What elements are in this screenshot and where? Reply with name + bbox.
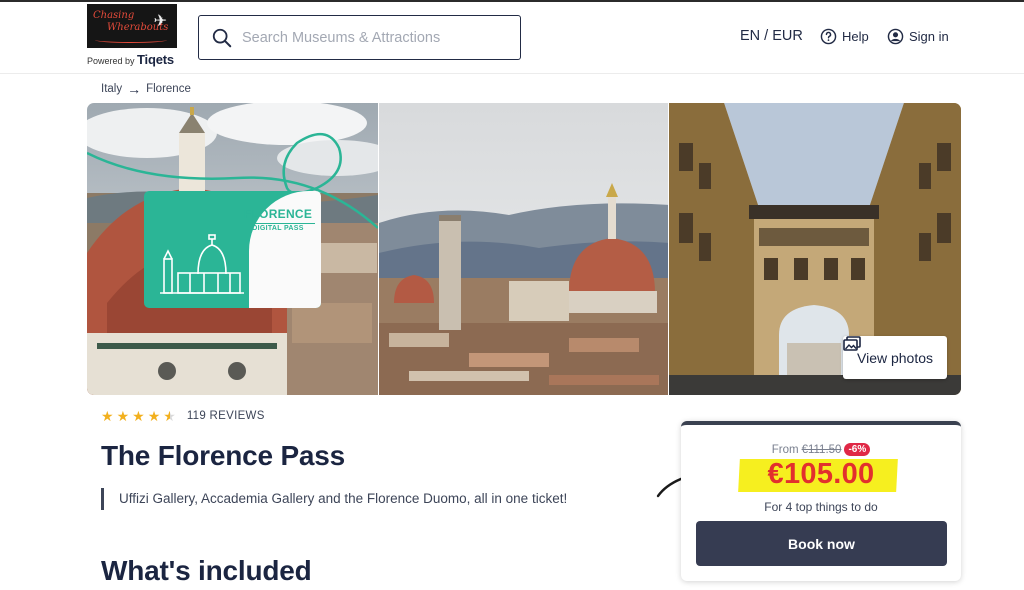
star-icon: ★ <box>101 408 114 424</box>
view-photos-label: View photos <box>857 349 934 366</box>
pass-card-title: FLORENCE <box>243 207 313 221</box>
digital-pass-card: FLORENCE DIGITAL PASS <box>144 191 321 308</box>
search-icon <box>212 28 232 47</box>
current-price: €105.00 <box>767 458 875 490</box>
star-icon: ★ <box>132 408 145 424</box>
star-icon: ★ <box>147 408 161 424</box>
gallery-photo-uffizi[interactable]: View photos <box>669 103 961 395</box>
photo-gallery[interactable]: FLORENCE DIGITAL PASS View photos <box>87 103 961 395</box>
product-description: Uffizi Gallery, Accademia Gallery and th… <box>101 488 567 510</box>
signin-label: Sign in <box>909 29 949 44</box>
language-currency-label: EN / EUR <box>740 28 803 44</box>
pass-card-subtitle: DIGITAL PASS <box>241 223 315 232</box>
breadcrumb-florence[interactable]: Florence <box>146 83 191 95</box>
help-label: Help <box>842 29 869 44</box>
from-label: From <box>771 443 799 456</box>
powered-by: Powered by Tiqets <box>87 52 174 67</box>
site-logo[interactable]: Chasing Wherabouts ✈ <box>87 4 177 48</box>
duomo-illustration-icon <box>160 234 244 294</box>
star-icon: ★ <box>116 408 130 424</box>
powered-by-label: Powered by <box>87 56 135 66</box>
logo-line-2: Wherabouts <box>107 22 169 33</box>
discount-badge: -6% <box>844 443 871 456</box>
reviews-count[interactable]: 119 REVIEWS <box>187 410 265 422</box>
rating-summary[interactable]: ★ ★ ★ ★ ★ 119 REVIEWS <box>101 409 265 423</box>
from-price-row: From €111.50 -6% <box>681 443 961 456</box>
language-currency-selector[interactable]: EN / EUR <box>740 28 803 44</box>
price-subtitle: For 4 top things to do <box>764 500 878 514</box>
gallery-photo-digital-pass[interactable]: FLORENCE DIGITAL PASS <box>87 103 378 395</box>
price-card: From €111.50 -6% €105.00 For 4 top thing… <box>681 421 961 581</box>
breadcrumb-italy[interactable]: Italy <box>101 83 122 95</box>
florence-skyline-image <box>378 103 669 395</box>
site-header: Chasing Wherabouts ✈ Powered by Tiqets E… <box>0 2 1024 74</box>
breadcrumb: Italy → Florence <box>101 81 191 97</box>
airplane-icon: ✈ <box>153 13 167 30</box>
book-now-button[interactable]: Book now <box>696 521 947 566</box>
gallery-photo-skyline[interactable] <box>378 103 669 395</box>
search-bar[interactable] <box>198 15 521 60</box>
star-rating: ★ ★ ★ ★ ★ <box>101 409 176 423</box>
original-price: €111.50 <box>801 443 842 456</box>
help-link[interactable]: Help <box>820 28 869 45</box>
logo-line-1: Chasing <box>93 10 135 21</box>
logo-wordmark: Chasing Wherabouts <box>93 10 169 34</box>
half-star-icon: ★ <box>163 408 176 424</box>
whats-included-heading: What's included <box>101 555 312 586</box>
user-icon <box>887 28 904 45</box>
help-icon <box>820 28 837 45</box>
page-title: The Florence Pass <box>101 440 346 471</box>
photos-icon <box>843 336 861 351</box>
signin-link[interactable]: Sign in <box>887 28 949 45</box>
logo-swoosh <box>95 37 167 43</box>
search-input[interactable] <box>242 29 502 46</box>
arrow-right-icon: → <box>127 81 142 97</box>
view-photos-button[interactable]: View photos <box>843 336 948 379</box>
tiqets-brand: Tiqets <box>137 52 174 67</box>
